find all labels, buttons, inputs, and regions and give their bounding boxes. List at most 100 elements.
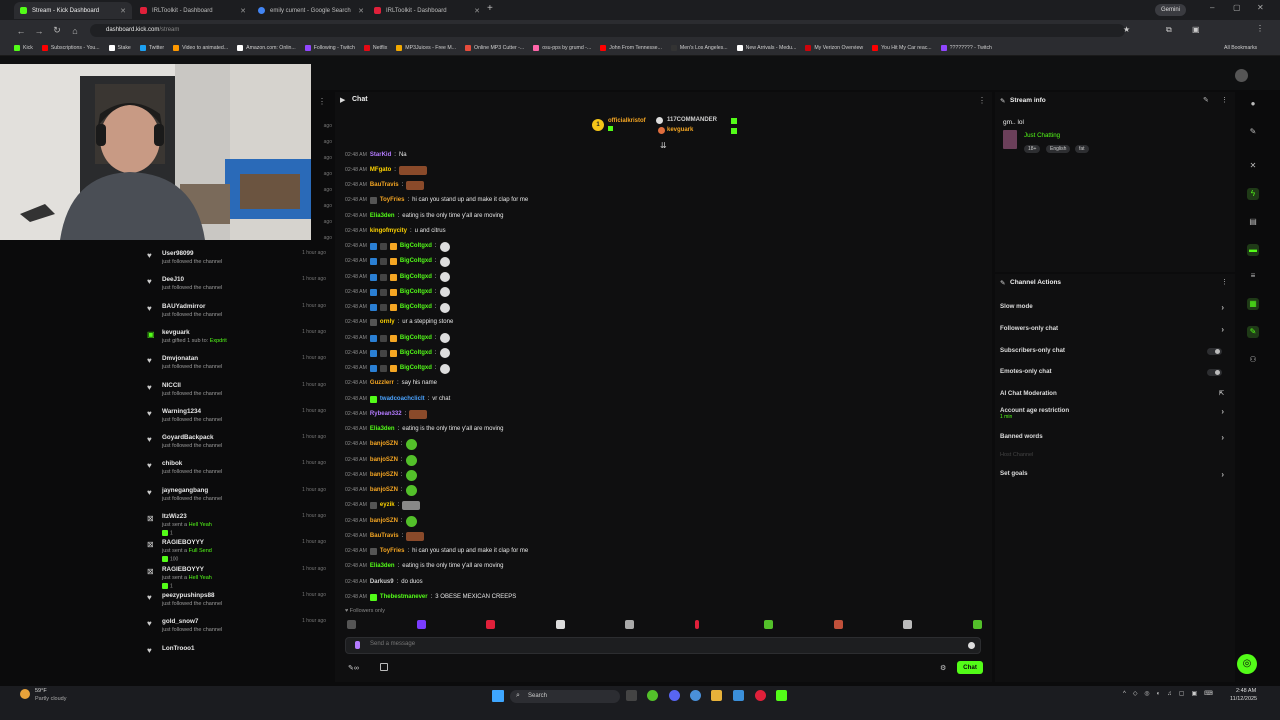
- chat-username[interactable]: Rybean332: [370, 410, 402, 419]
- window-close-icon[interactable]: ✕: [1257, 3, 1264, 12]
- info-icon[interactable]: ●: [1247, 98, 1259, 110]
- chat-username[interactable]: BauTravis: [370, 532, 399, 541]
- document-icon[interactable]: ▤: [1247, 216, 1259, 228]
- feed-username[interactable]: RAGIEBOYYY: [162, 566, 204, 573]
- bookmark-item[interactable]: Subscriptions - You...: [41, 45, 100, 51]
- pinned-user-1[interactable]: officialkristof: [608, 118, 646, 124]
- feed-username[interactable]: gold_snow7: [162, 618, 198, 625]
- windows-start-icon[interactable]: [492, 690, 504, 702]
- app-icon[interactable]: [647, 690, 658, 701]
- chrome-icon[interactable]: [690, 690, 701, 701]
- channel-action-ai-chat-moderation[interactable]: AI Chat Moderation ⇱: [1000, 390, 1228, 404]
- menu-icon[interactable]: ⋮: [1256, 24, 1264, 33]
- wrench-icon[interactable]: ✎: [1247, 326, 1259, 338]
- mic-icon[interactable]: [355, 641, 360, 649]
- bookmark-item[interactable]: Amazon.com: Onlin...: [237, 45, 296, 51]
- bookmark-item[interactable]: Stake: [108, 45, 131, 51]
- tag-chip[interactable]: 18+: [1024, 145, 1041, 153]
- pinned-user-3[interactable]: kevguark: [667, 127, 693, 133]
- feed-username[interactable]: peezypushinps88: [162, 592, 215, 599]
- toggle-switch[interactable]: [1207, 369, 1222, 376]
- chat-username[interactable]: MFgato: [370, 166, 391, 175]
- toggle-switch[interactable]: [1207, 348, 1222, 355]
- chat-username[interactable]: BigColtgxd: [400, 334, 432, 343]
- back-icon[interactable]: ←: [12, 26, 30, 36]
- taskbar-search[interactable]: Search: [510, 690, 620, 703]
- chat-username[interactable]: BigColtgxd: [400, 273, 432, 282]
- channel-action-slow-mode[interactable]: Slow mode ›: [1000, 303, 1228, 317]
- feed-username[interactable]: RAGIEBOYYY: [162, 539, 204, 546]
- feed-username[interactable]: BAUYadmirror: [162, 303, 205, 310]
- feed-username[interactable]: User98099: [162, 250, 194, 257]
- chat-username[interactable]: banjoSZN: [370, 440, 398, 449]
- chat-username[interactable]: BauTravis: [370, 181, 399, 190]
- channel-action-emotes-only-chat[interactable]: Emotes-only chat: [1000, 368, 1228, 382]
- edit-icon[interactable]: ✎: [1203, 96, 1209, 104]
- chat-username[interactable]: ornly: [380, 318, 395, 327]
- minimize-icon[interactable]: –: [1210, 3, 1214, 12]
- help-button[interactable]: ◎: [1237, 654, 1257, 674]
- channel-action-followers-only-chat[interactable]: Followers-only chat ›: [1000, 325, 1228, 339]
- lightning-icon[interactable]: ϟ: [1247, 188, 1259, 200]
- bookmark-item[interactable]: ???????? - Twitch: [940, 45, 992, 51]
- bookmark-item[interactable]: John From Tennesse...: [600, 45, 662, 51]
- new-tab-button[interactable]: +: [487, 3, 493, 14]
- chat-username[interactable]: Darkus9: [370, 578, 394, 587]
- bookmark-item[interactable]: Kick: [14, 45, 33, 51]
- more-icon[interactable]: ⋮: [1221, 278, 1228, 286]
- feed-username[interactable]: ItzWiz23: [162, 513, 187, 520]
- all-bookmarks[interactable]: All Bookmarks: [1224, 45, 1257, 51]
- mod-tools-icon[interactable]: ✎∞: [348, 664, 359, 672]
- feed-username[interactable]: chibok: [162, 460, 182, 467]
- pen-icon[interactable]: ✎: [1247, 126, 1259, 138]
- tab-google-search[interactable]: emily cument - Google Search ✕: [252, 2, 370, 19]
- chat-username[interactable]: BigColtgxd: [400, 242, 432, 251]
- store-icon[interactable]: [733, 690, 744, 701]
- bookmark-item[interactable]: My Verizon Overview: [805, 45, 863, 51]
- chat-username[interactable]: BigColtgxd: [400, 288, 432, 297]
- feed-username[interactable]: jaynegangbang: [162, 487, 208, 494]
- quick-emote-icon[interactable]: [416, 620, 426, 629]
- chat-username[interactable]: Elia3den: [370, 425, 395, 434]
- extensions-icon[interactable]: ⧉: [1166, 25, 1172, 35]
- chat-username[interactable]: Elia3den: [370, 212, 395, 221]
- users-icon[interactable]: ⚇: [1247, 354, 1259, 366]
- bookmark-item[interactable]: Following - Twitch: [304, 45, 355, 51]
- close-icon[interactable]: ✕: [1247, 160, 1259, 172]
- quick-emote-icon[interactable]: [764, 620, 773, 629]
- channel-action-set-goals[interactable]: Set goals ›: [1000, 470, 1228, 484]
- chat-send-button[interactable]: Chat: [957, 661, 983, 674]
- bookmark-item[interactable]: MP3Juices - Free M...: [396, 45, 456, 51]
- tag-chip[interactable]: English: [1046, 145, 1071, 153]
- chat-username[interactable]: Guzzlerr: [370, 379, 394, 388]
- feed-username[interactable]: LonTrooo1: [162, 645, 195, 652]
- tray-icons[interactable]: ^◇◎◐♫▢▣⌨: [1123, 690, 1220, 697]
- close-icon[interactable]: ✕: [120, 7, 126, 15]
- layout-icon[interactable]: ▦: [1247, 298, 1259, 310]
- quick-emote-icon[interactable]: [833, 620, 843, 629]
- chat-username[interactable]: BigColtgxd: [400, 349, 432, 358]
- feed-username[interactable]: GoyardBackpack: [162, 434, 213, 441]
- tab-kick-dashboard[interactable]: Stream - Kick Dashboard ✕: [14, 2, 132, 19]
- discord-icon[interactable]: [669, 690, 680, 701]
- tab-irltoolkit-2[interactable]: IRLToolkit - Dashboard ✕: [368, 2, 486, 19]
- chat-username[interactable]: BigColtgxd: [400, 303, 432, 312]
- chat-username[interactable]: BigColtgxd: [400, 257, 432, 266]
- bookmark-item[interactable]: New Arrivals - Medu...: [736, 45, 796, 51]
- feed-username[interactable]: Warning1234: [162, 408, 201, 415]
- channel-action-banned-words[interactable]: Banned words ›: [1000, 433, 1228, 447]
- chat-username[interactable]: eyzik: [380, 501, 395, 510]
- chat-username[interactable]: banjoSZN: [370, 471, 398, 480]
- chat-username[interactable]: twadcoachcliclt: [380, 395, 425, 404]
- bookmark-item[interactable]: Twitter: [139, 45, 164, 51]
- feed-username[interactable]: NICCII: [162, 382, 181, 389]
- chat-username[interactable]: banjoSZN: [370, 456, 398, 465]
- gemini-button[interactable]: Gemini: [1155, 4, 1187, 16]
- quick-emote-icon[interactable]: [903, 620, 912, 629]
- more-icon[interactable]: ⋮: [1221, 96, 1228, 104]
- bookmark-item[interactable]: Video to animated...: [173, 45, 228, 51]
- chat-menu-icon[interactable]: ⋮: [978, 96, 986, 105]
- chat-username[interactable]: ToyFries: [380, 196, 405, 205]
- close-icon[interactable]: ✕: [358, 7, 364, 15]
- chat-username[interactable]: Elia3den: [370, 562, 395, 571]
